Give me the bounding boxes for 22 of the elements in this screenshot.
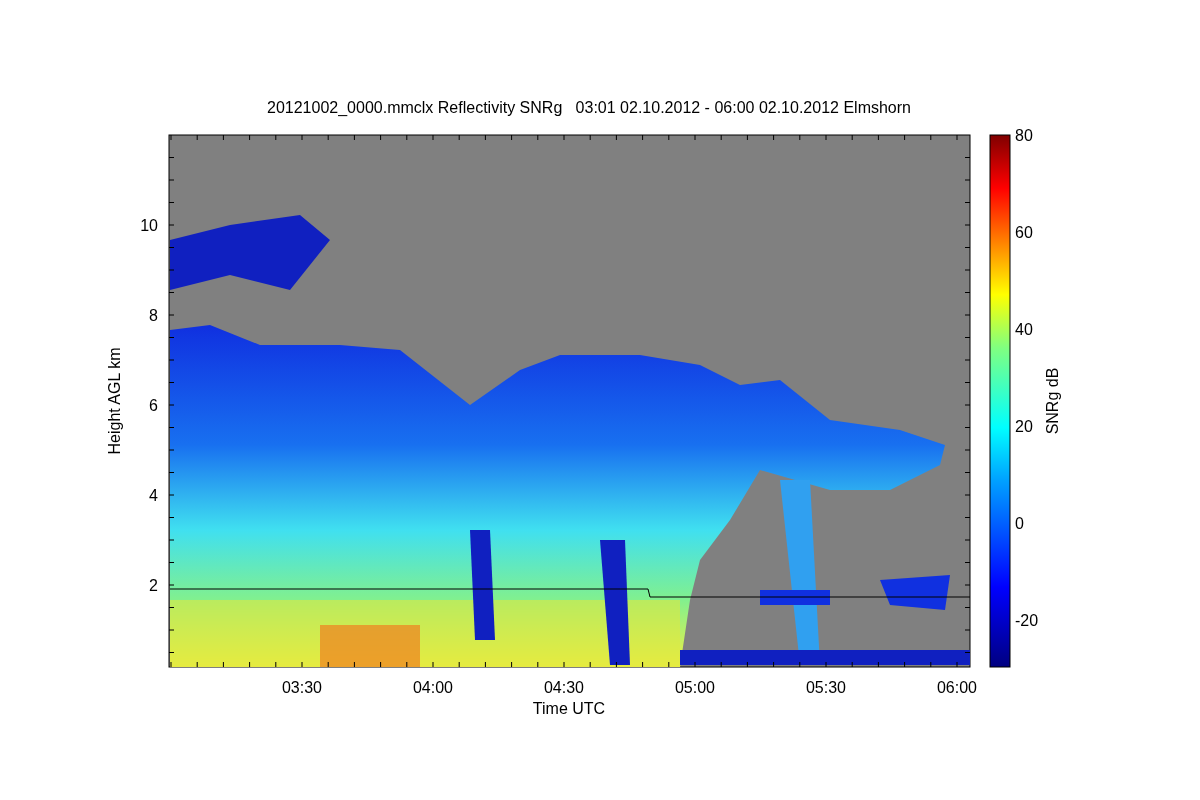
x-tick-label: 04:00 [413, 679, 453, 696]
y-tick-label: 6 [149, 397, 158, 414]
y-axis-label: Height AGL km [106, 347, 123, 455]
colorbar-tick-label: 20 [1015, 418, 1033, 435]
chart-title: 20121002_0000.mmclx Reflectivity SNRg 03:01 02.10.2012 - 06:00 02.10.2012 Elmshorn [267, 99, 911, 116]
x-tick-label: 05:30 [806, 679, 846, 696]
colorbar-tick-label: 40 [1015, 321, 1033, 338]
x-tick-label: 04:30 [544, 679, 584, 696]
y-tick-label: 10 [140, 217, 158, 234]
x-tick-label: 03:30 [282, 679, 322, 696]
colorbar-tick-label: -20 [1015, 612, 1039, 629]
x-tick-label: 05:00 [675, 679, 715, 696]
echo-patch [880, 575, 950, 610]
x-axis-label: Time UTC [532, 700, 606, 717]
y-tick-label: 2 [149, 577, 158, 594]
y-tick-label: 8 [149, 307, 158, 324]
y-tick-label: 4 [149, 487, 158, 504]
colorbar-label: SNRg dB [1044, 367, 1061, 435]
x-tick-label: 06:00 [937, 679, 977, 696]
colorbar-tick-label: 80 [1015, 127, 1033, 144]
colorbar-tick-label: 60 [1015, 224, 1033, 241]
colorbar-tick-label: 0 [1015, 515, 1024, 532]
